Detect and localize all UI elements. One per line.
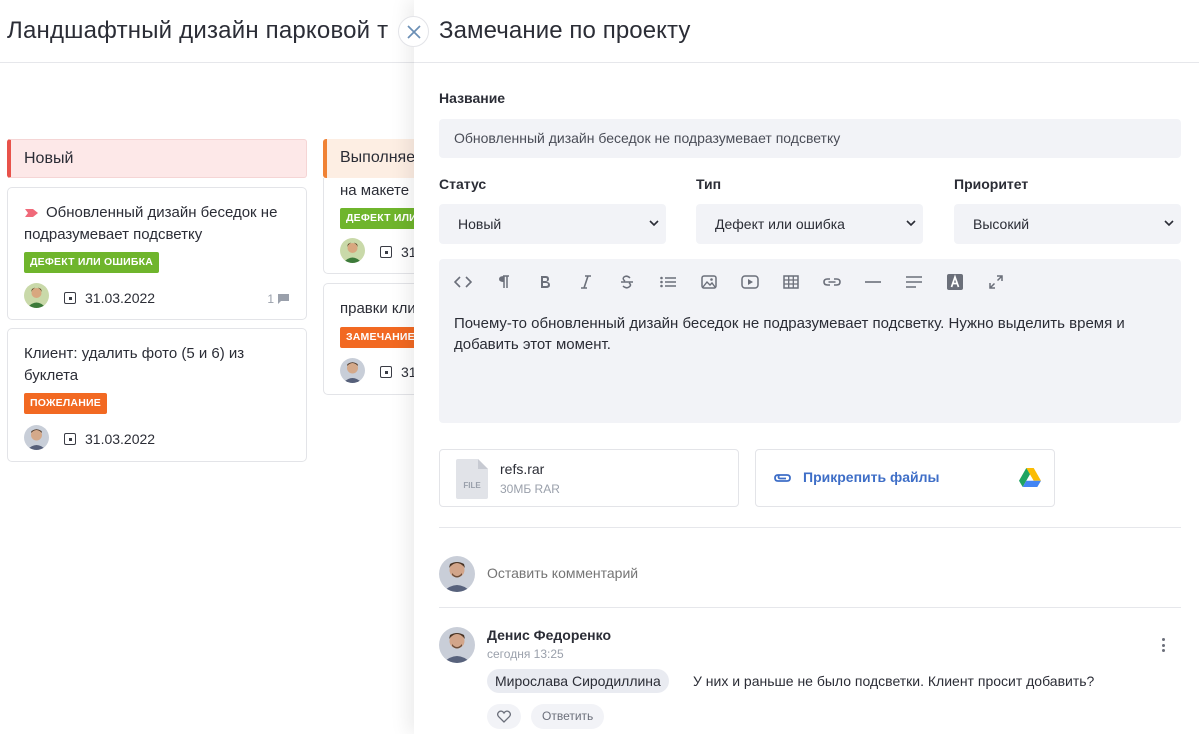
align-icon[interactable] [903, 271, 925, 293]
heart-icon [497, 710, 511, 723]
more-icon[interactable] [1155, 636, 1171, 654]
board-title: Ландшафтный дизайн парковой т [7, 17, 389, 44]
fullscreen-icon[interactable] [985, 271, 1007, 293]
reply-button[interactable]: Ответить [531, 704, 605, 729]
horizontal-rule-icon[interactable] [862, 271, 884, 293]
current-user-avatar [439, 556, 475, 592]
chevron-down-icon [906, 220, 916, 227]
calendar-icon [64, 433, 76, 445]
paragraph-icon[interactable] [493, 271, 515, 293]
issue-drawer: Замечание по проекту Название Статус Тип… [414, 0, 1199, 734]
text-color-icon[interactable] [944, 271, 966, 293]
comment-icon [278, 294, 289, 304]
description-text: Почему-то обновленный дизайн беседок не … [454, 315, 1125, 353]
attach-files-button[interactable]: Прикрепить файлы [755, 449, 1055, 507]
image-icon[interactable] [698, 271, 720, 293]
strikethrough-icon[interactable] [616, 271, 638, 293]
comment-author-avatar [439, 627, 475, 663]
editor-toolbar [439, 259, 1181, 303]
comment-text: У них и раньше не было подсветки. Клиент… [693, 673, 1095, 689]
card-title: Обновленный дизайн беседок не подразумев… [24, 204, 278, 243]
column-header-new[interactable]: Новый [7, 139, 307, 178]
video-icon[interactable] [739, 271, 761, 293]
chevron-down-icon [649, 220, 659, 227]
column-new: Новый [7, 139, 307, 178]
type-select[interactable]: Дефект или ошибка [696, 204, 923, 244]
avatar [24, 425, 49, 450]
card-title: Клиент: удалить фото (5 и 6) из буклета [24, 345, 245, 384]
bold-icon[interactable] [534, 271, 556, 293]
google-drive-icon[interactable] [1019, 468, 1041, 487]
comment-input[interactable] [487, 565, 1087, 581]
italic-icon[interactable] [575, 271, 597, 293]
task-card[interactable]: Клиент: удалить фото (5 и 6) из буклета … [7, 328, 307, 462]
code-icon[interactable] [452, 271, 474, 293]
drawer-header: Замечание по проекту [414, 0, 1199, 63]
priority-select[interactable]: Высокий [954, 204, 1181, 244]
close-icon [406, 24, 421, 39]
calendar-icon [64, 292, 76, 304]
close-drawer-button[interactable] [398, 16, 429, 47]
name-label: Название [439, 90, 506, 106]
type-label: Тип [696, 176, 722, 192]
attach-files-label: Прикрепить файлы [803, 469, 940, 485]
file-meta: 30МБ RAR [500, 482, 560, 496]
table-icon[interactable] [780, 271, 802, 293]
avatar [24, 283, 49, 308]
priority-label: Приоритет [954, 176, 1029, 192]
name-field[interactable] [439, 119, 1181, 158]
description-editor[interactable]: Почему-то обновленный дизайн беседок не … [439, 259, 1181, 423]
avatar [340, 358, 365, 383]
comment-time: сегодня 13:25 [487, 647, 564, 661]
comment-author: Денис Федоренко [487, 627, 612, 643]
calendar-icon [380, 246, 392, 258]
divider [439, 607, 1181, 608]
task-card[interactable]: Обновленный дизайн беседок не подразумев… [7, 187, 307, 320]
type-select-value: Дефект или ошибка [715, 216, 845, 232]
status-select[interactable]: Новый [439, 204, 666, 244]
tag-wish: ПОЖЕЛАНИЕ [24, 393, 107, 414]
file-name: refs.rar [500, 461, 545, 477]
tag-remark: ЗАМЕЧАНИЕ [340, 327, 421, 348]
divider [439, 527, 1181, 528]
paperclip-icon [774, 474, 791, 482]
file-icon-label: FILE [463, 481, 481, 490]
calendar-icon [380, 366, 392, 378]
priority-select-value: Высокий [973, 216, 1030, 232]
avatar [340, 238, 365, 263]
card-date: 31.03.2022 [85, 431, 156, 447]
comment-count: 1 [267, 292, 290, 306]
tag-defect: ДЕФЕКТ ИЛИ [340, 208, 423, 229]
file-icon: FILE [456, 459, 488, 499]
drawer-title: Замечание по проекту [439, 17, 691, 44]
card-date: 31.03.2022 [85, 290, 156, 306]
status-label: Статус [439, 176, 487, 192]
like-button[interactable] [487, 704, 521, 729]
comment-count-value: 1 [267, 292, 274, 306]
status-select-value: Новый [458, 216, 502, 232]
attached-file[interactable]: FILE refs.rar 30МБ RAR [439, 449, 739, 507]
list-icon[interactable] [657, 271, 679, 293]
chevron-down-icon [1164, 220, 1174, 227]
link-icon[interactable] [821, 271, 843, 293]
tag-defect: ДЕФЕКТ ИЛИ ОШИБКА [24, 252, 160, 273]
mention-chip[interactable]: Мирослава Сиродиллина [487, 669, 669, 693]
